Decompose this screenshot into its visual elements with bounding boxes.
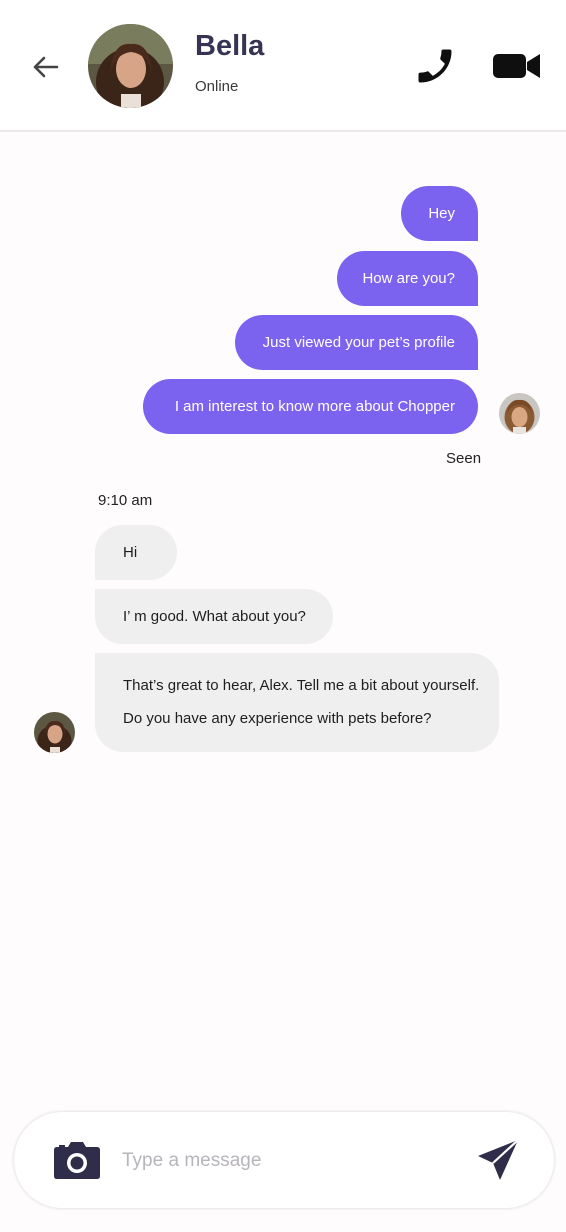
chat-screen: Bella Online Hey How are you? Just viewe… — [0, 0, 566, 1232]
seen-indicator: Seen — [446, 450, 482, 467]
video-camera-icon — [493, 54, 540, 78]
message-composer — [14, 1112, 554, 1208]
contact-avatar-small — [34, 712, 75, 753]
message-text: I am interest to know more about Chopper — [174, 398, 455, 415]
message-text: Just viewed your pet’s profile — [262, 334, 455, 351]
camera-button[interactable] — [52, 1142, 102, 1180]
online-status: Online — [195, 78, 239, 95]
received-message[interactable]: That’s great to hear, Alex. Tell me a bi… — [95, 653, 499, 752]
sent-message[interactable]: I am interest to know more about Chopper — [143, 379, 478, 434]
received-message[interactable]: Hi — [95, 525, 177, 580]
message-timestamp: 9:10 am — [98, 492, 153, 509]
camera-icon — [54, 1142, 100, 1179]
sent-message[interactable]: Hey — [401, 186, 478, 241]
message-text: Hi — [123, 544, 138, 561]
arrow-left-icon — [33, 56, 59, 78]
message-input[interactable] — [122, 1144, 452, 1178]
message-text: How are you? — [362, 270, 455, 287]
contact-avatar[interactable] — [88, 24, 173, 108]
received-message[interactable]: I’ m good. What about you? — [95, 589, 333, 644]
sent-message[interactable]: How are you? — [337, 251, 478, 306]
message-text-line: That’s great to hear, Alex. Tell me a bi… — [123, 677, 480, 694]
chat-header: Bella Online — [0, 0, 566, 132]
phone-icon — [418, 49, 452, 83]
send-icon — [478, 1139, 519, 1180]
contact-name: Bella — [195, 30, 265, 62]
message-text: Hey — [428, 205, 455, 222]
voice-call-button[interactable] — [412, 44, 458, 88]
back-button[interactable] — [28, 50, 62, 84]
message-text-line: Do you have any experience with pets bef… — [123, 710, 432, 727]
send-button[interactable] — [476, 1138, 520, 1182]
video-call-button[interactable] — [492, 50, 542, 82]
message-text: I’ m good. What about you? — [123, 608, 306, 625]
sent-message[interactable]: Just viewed your pet’s profile — [235, 315, 478, 370]
user-avatar — [499, 393, 540, 434]
